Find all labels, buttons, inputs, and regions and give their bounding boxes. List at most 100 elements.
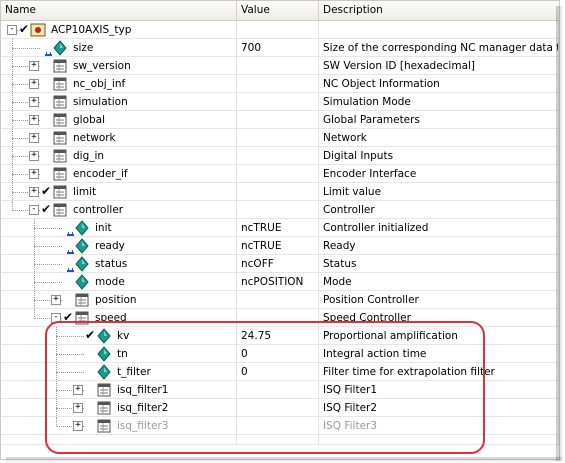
value-cell[interactable]: ncOFF bbox=[237, 255, 319, 273]
description-cell: ISQ Filter2 bbox=[319, 399, 559, 417]
value-cell[interactable] bbox=[237, 93, 319, 111]
tree-row-init[interactable]: init ncTRUE Controller initialized bbox=[1, 219, 559, 237]
value-cell[interactable] bbox=[237, 147, 319, 165]
name-cell: t_filter bbox=[1, 363, 237, 381]
row-name-label: isq_filter3 bbox=[117, 420, 169, 432]
tree-row-speed[interactable]: - ✔ speed Speed Controller bbox=[1, 309, 559, 327]
struct-icon bbox=[51, 129, 69, 146]
collapse-toggle-icon[interactable]: - bbox=[7, 25, 17, 35]
value-cell[interactable]: 0 bbox=[237, 345, 319, 363]
value-cell[interactable] bbox=[237, 57, 319, 75]
row-name-label: simulation bbox=[73, 96, 128, 108]
tree-guide-line bbox=[34, 246, 62, 247]
row-name-label: controller bbox=[73, 204, 124, 216]
tree-row-isq-filter1[interactable]: + isq_filter1 ISQ Filter1 bbox=[1, 381, 559, 399]
tree-row-t-filter[interactable]: t_filter 0 Filter time for extrapolation f… bbox=[1, 363, 559, 381]
tree-row-nc-obj-inf[interactable]: + nc_obj_inf NC Object Information bbox=[1, 75, 559, 93]
tree-row-size[interactable]: size 700 Size of the corresponding NC mana… bbox=[1, 39, 559, 57]
expand-toggle-icon[interactable]: + bbox=[73, 421, 83, 431]
name-cell: + isq_filter1 bbox=[1, 381, 237, 399]
collapse-toggle-icon[interactable]: - bbox=[29, 205, 39, 215]
cutoff-cell bbox=[319, 435, 559, 445]
description-cell: Simulation Mode bbox=[319, 93, 559, 111]
value-cell[interactable] bbox=[237, 129, 319, 147]
description-cell: SW Version ID [hexadecimal] bbox=[319, 57, 559, 75]
value-cell[interactable] bbox=[237, 399, 319, 417]
description-cell: Digital Inputs bbox=[319, 147, 559, 165]
value-cell[interactable] bbox=[237, 75, 319, 93]
tree-row-position[interactable]: + position Position Controller bbox=[1, 291, 559, 309]
expand-toggle-icon[interactable]: + bbox=[29, 133, 39, 143]
name-cell: + network bbox=[1, 129, 237, 147]
tree-row-sw-version[interactable]: + sw_version SW Version ID [hexadecimal] bbox=[1, 57, 559, 75]
value-cell[interactable] bbox=[237, 381, 319, 399]
expand-toggle-icon[interactable]: + bbox=[51, 295, 61, 305]
variable-icon bbox=[95, 327, 113, 344]
struct-icon bbox=[51, 111, 69, 128]
struct-icon bbox=[51, 165, 69, 182]
tree-guide-line bbox=[34, 282, 62, 283]
row-name-label: sw_version bbox=[73, 60, 131, 72]
value-cell[interactable]: 700 bbox=[237, 39, 319, 57]
struct-icon bbox=[51, 93, 69, 110]
value-cell[interactable] bbox=[237, 309, 319, 327]
value-cell[interactable] bbox=[237, 21, 319, 39]
tree-row-controller[interactable]: - ✔ controller Controller bbox=[1, 201, 559, 219]
value-cell[interactable]: ncTRUE bbox=[237, 219, 319, 237]
column-header-description[interactable]: Description bbox=[319, 1, 559, 20]
struct-icon bbox=[73, 291, 91, 308]
row-name-label: limit bbox=[73, 186, 97, 198]
tree-row-status[interactable]: status ncOFF Status bbox=[1, 255, 559, 273]
tree-row-isq-filter3[interactable]: + isq_filter3 ISQ Filter3 bbox=[1, 417, 559, 435]
value-cell[interactable] bbox=[237, 111, 319, 129]
description-cell: ISQ Filter1 bbox=[319, 381, 559, 399]
collapse-toggle-icon[interactable]: - bbox=[51, 313, 61, 323]
tree-row-encoder-if[interactable]: + encoder_if Encoder Interface bbox=[1, 165, 559, 183]
expand-toggle-icon[interactable]: + bbox=[29, 97, 39, 107]
name-cell: - ✔ speed bbox=[1, 309, 237, 327]
column-header-name[interactable]: Name bbox=[1, 1, 237, 20]
expand-toggle-icon[interactable]: + bbox=[29, 169, 39, 179]
tree-row-ACP10AXIS-typ[interactable]: - ✔ ACP10AXIS_typ bbox=[1, 21, 559, 39]
row-name-label: size bbox=[73, 42, 94, 54]
column-header-value[interactable]: Value bbox=[237, 1, 319, 20]
description-cell: Filter time for extrapolation filter bbox=[319, 363, 559, 381]
variable-icon bbox=[73, 219, 91, 236]
value-cell[interactable]: 0 bbox=[237, 363, 319, 381]
checkmark-icon: ✔ bbox=[85, 328, 96, 342]
expand-toggle-icon[interactable]: + bbox=[29, 115, 39, 125]
name-cell: status bbox=[1, 255, 237, 273]
name-cell: tn bbox=[1, 345, 237, 363]
expand-toggle-icon[interactable]: + bbox=[73, 403, 83, 413]
tree-row-simulation[interactable]: + simulation Simulation Mode bbox=[1, 93, 559, 111]
expand-toggle-icon[interactable]: + bbox=[29, 151, 39, 161]
value-cell[interactable]: ncTRUE bbox=[237, 237, 319, 255]
tree-row-dig-in[interactable]: + dig_in Digital Inputs bbox=[1, 147, 559, 165]
name-cell: + encoder_if bbox=[1, 165, 237, 183]
expand-toggle-icon[interactable]: + bbox=[29, 61, 39, 71]
variable-icon bbox=[73, 237, 91, 254]
value-cell[interactable]: 24.75 bbox=[237, 327, 319, 345]
expand-toggle-icon[interactable]: + bbox=[29, 79, 39, 89]
description-cell: Controller initialized bbox=[319, 219, 559, 237]
value-cell[interactable] bbox=[237, 165, 319, 183]
tree-row-isq-filter2[interactable]: + isq_filter2 ISQ Filter2 bbox=[1, 399, 559, 417]
value-cell[interactable] bbox=[237, 417, 319, 435]
value-cell[interactable] bbox=[237, 201, 319, 219]
struct-icon bbox=[73, 309, 91, 326]
tree-row-limit[interactable]: + ✔ limit Limit value bbox=[1, 183, 559, 201]
value-cell[interactable]: ncPOSITION bbox=[237, 273, 319, 291]
checkmark-icon: ✔ bbox=[19, 22, 30, 36]
tree-row-global[interactable]: + global Global Parameters bbox=[1, 111, 559, 129]
tree-row-tn[interactable]: tn 0 Integral action time bbox=[1, 345, 559, 363]
expand-toggle-icon[interactable]: + bbox=[73, 385, 83, 395]
expand-toggle-icon[interactable]: + bbox=[29, 187, 39, 197]
value-cell[interactable] bbox=[237, 183, 319, 201]
name-cell: size bbox=[1, 39, 237, 57]
tree-guide-line bbox=[56, 354, 84, 355]
tree-row-ready[interactable]: ready ncTRUE Ready bbox=[1, 237, 559, 255]
value-cell[interactable] bbox=[237, 291, 319, 309]
tree-row-mode[interactable]: mode ncPOSITION Mode bbox=[1, 273, 559, 291]
tree-row-kv[interactable]: ✔ kv 24.75 Proportional amplification bbox=[1, 327, 559, 345]
tree-row-network[interactable]: + network Network bbox=[1, 129, 559, 147]
